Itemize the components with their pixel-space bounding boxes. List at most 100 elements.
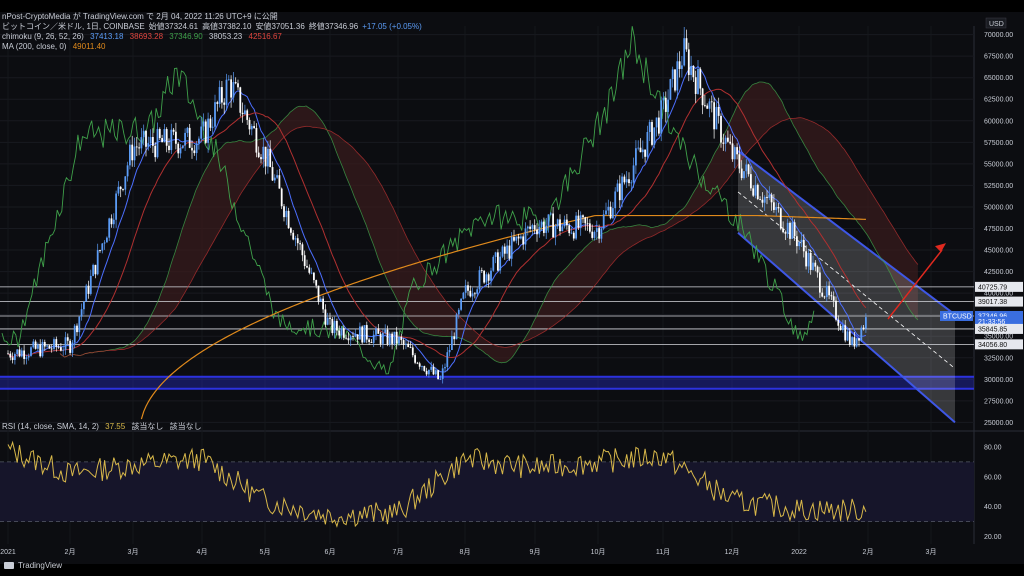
candle-body — [563, 219, 566, 227]
candle-body — [340, 328, 343, 336]
candle-body — [577, 215, 580, 228]
candle-body — [842, 325, 844, 331]
candle-body — [27, 355, 30, 358]
candle-body — [717, 106, 720, 116]
low-value: 37051.36 — [271, 22, 305, 31]
candle-body — [669, 79, 672, 100]
candle-body — [520, 236, 522, 239]
candle-body — [533, 225, 536, 230]
ma-value: 49011.40 — [72, 42, 106, 51]
candle-body — [683, 38, 686, 66]
candle-body — [142, 130, 145, 138]
candle-body — [290, 228, 292, 233]
ichimoku-legend[interactable]: chimoku (9, 26, 52, 26) 37413.18 38693.2… — [2, 32, 286, 42]
candle-body — [393, 331, 396, 344]
candle-body — [363, 325, 366, 343]
candle-body — [94, 264, 97, 275]
rsi-legend[interactable]: RSI (14, close, SMA, 14, 2) 37.55 該当なし 該… — [2, 422, 206, 432]
candle-body — [405, 343, 407, 345]
candle-body — [494, 252, 497, 257]
candle-body — [110, 218, 113, 225]
candle-body — [202, 121, 205, 127]
candle-body — [662, 97, 665, 101]
candle-body — [853, 337, 856, 347]
candle-body — [773, 202, 775, 210]
candle-body — [112, 219, 115, 225]
candle-body — [395, 331, 398, 344]
candle-body — [821, 292, 824, 297]
candle-body — [832, 296, 835, 301]
candle-body — [126, 165, 129, 177]
candle-body — [602, 214, 605, 229]
candle-body — [198, 138, 200, 144]
candle-body — [589, 223, 591, 232]
candle-body — [57, 346, 60, 348]
price-label-text: 35845.85 — [978, 326, 1007, 333]
candle-body — [283, 206, 285, 218]
candle-body — [119, 186, 122, 190]
candle-body — [402, 340, 405, 345]
candle-body — [469, 290, 472, 297]
candle-body — [188, 127, 191, 148]
candle-body — [782, 228, 784, 233]
tradingview-logo[interactable]: TradingView — [4, 561, 62, 570]
candle-body — [96, 250, 99, 275]
price-axis[interactable]: 25000.0027500.0030000.0032500.0035000.00… — [984, 32, 1013, 427]
candle-body — [724, 137, 727, 144]
candle-body — [23, 350, 25, 359]
rsi-band — [0, 461, 974, 522]
candle-body — [835, 300, 837, 320]
candle-body — [515, 236, 518, 241]
candle-body — [501, 246, 504, 257]
candle-body — [727, 137, 729, 142]
candle-body — [221, 87, 223, 103]
candle-body — [641, 149, 644, 153]
candle-body — [43, 341, 46, 347]
candle-body — [517, 236, 520, 239]
price-tick-label: 57500.00 — [984, 140, 1013, 147]
price-tick-label: 47500.00 — [984, 226, 1013, 233]
time-tick-label: 5月 — [260, 548, 271, 556]
candle-body — [697, 68, 699, 94]
candle-body — [177, 143, 180, 154]
candle-body — [99, 250, 101, 251]
candle-body — [64, 337, 67, 350]
candle-body — [301, 244, 304, 256]
chart-svg[interactable]: 25000.0027500.0030000.0032500.0035000.00… — [0, 12, 1024, 564]
candle-body — [756, 184, 759, 200]
candle-body — [80, 309, 83, 317]
ichimoku-spanA-value: 38053.23 — [208, 32, 243, 41]
candle-body — [605, 210, 607, 215]
candle-body — [83, 301, 85, 310]
candle-body — [506, 245, 508, 254]
candle-body — [690, 66, 692, 75]
candle-body — [483, 270, 485, 283]
candle-body — [572, 232, 575, 239]
candle-body — [786, 222, 789, 234]
candle-body — [531, 225, 534, 229]
rsi-tick-label: 80.00 — [984, 444, 1002, 451]
candle-body — [729, 141, 732, 144]
candle-body — [595, 228, 598, 232]
rsi-tick-label: 20.00 — [984, 534, 1002, 541]
candle-body — [140, 137, 143, 149]
published-line: nPost-CryptoMedia が TradingView.com で 2月… — [2, 12, 282, 22]
time-axis[interactable]: 2021 2月 3月 4月 5月 6月 7月 8月 9月 10月 11月 12月 2022 2月 3月 — [0, 548, 936, 556]
candle-body — [184, 132, 186, 146]
candle-body — [48, 345, 51, 349]
candle-body — [752, 188, 755, 196]
candle-body — [579, 215, 582, 228]
candle-body — [225, 79, 228, 105]
candle-body — [269, 148, 272, 168]
open-value: 37324.61 — [164, 22, 199, 31]
candle-body — [168, 145, 170, 151]
candle-body — [480, 270, 483, 272]
candle-body — [543, 221, 545, 233]
candle-body — [347, 338, 350, 341]
candle-body — [267, 148, 269, 167]
candle-body — [437, 370, 439, 380]
ma-legend[interactable]: MA (200, close, 0) 49011.40 — [2, 42, 110, 52]
rsi-axis[interactable]: 20.00 40.00 60.00 80.00 — [984, 444, 1002, 541]
tradingview-icon — [4, 562, 14, 569]
candle-body — [444, 367, 446, 369]
